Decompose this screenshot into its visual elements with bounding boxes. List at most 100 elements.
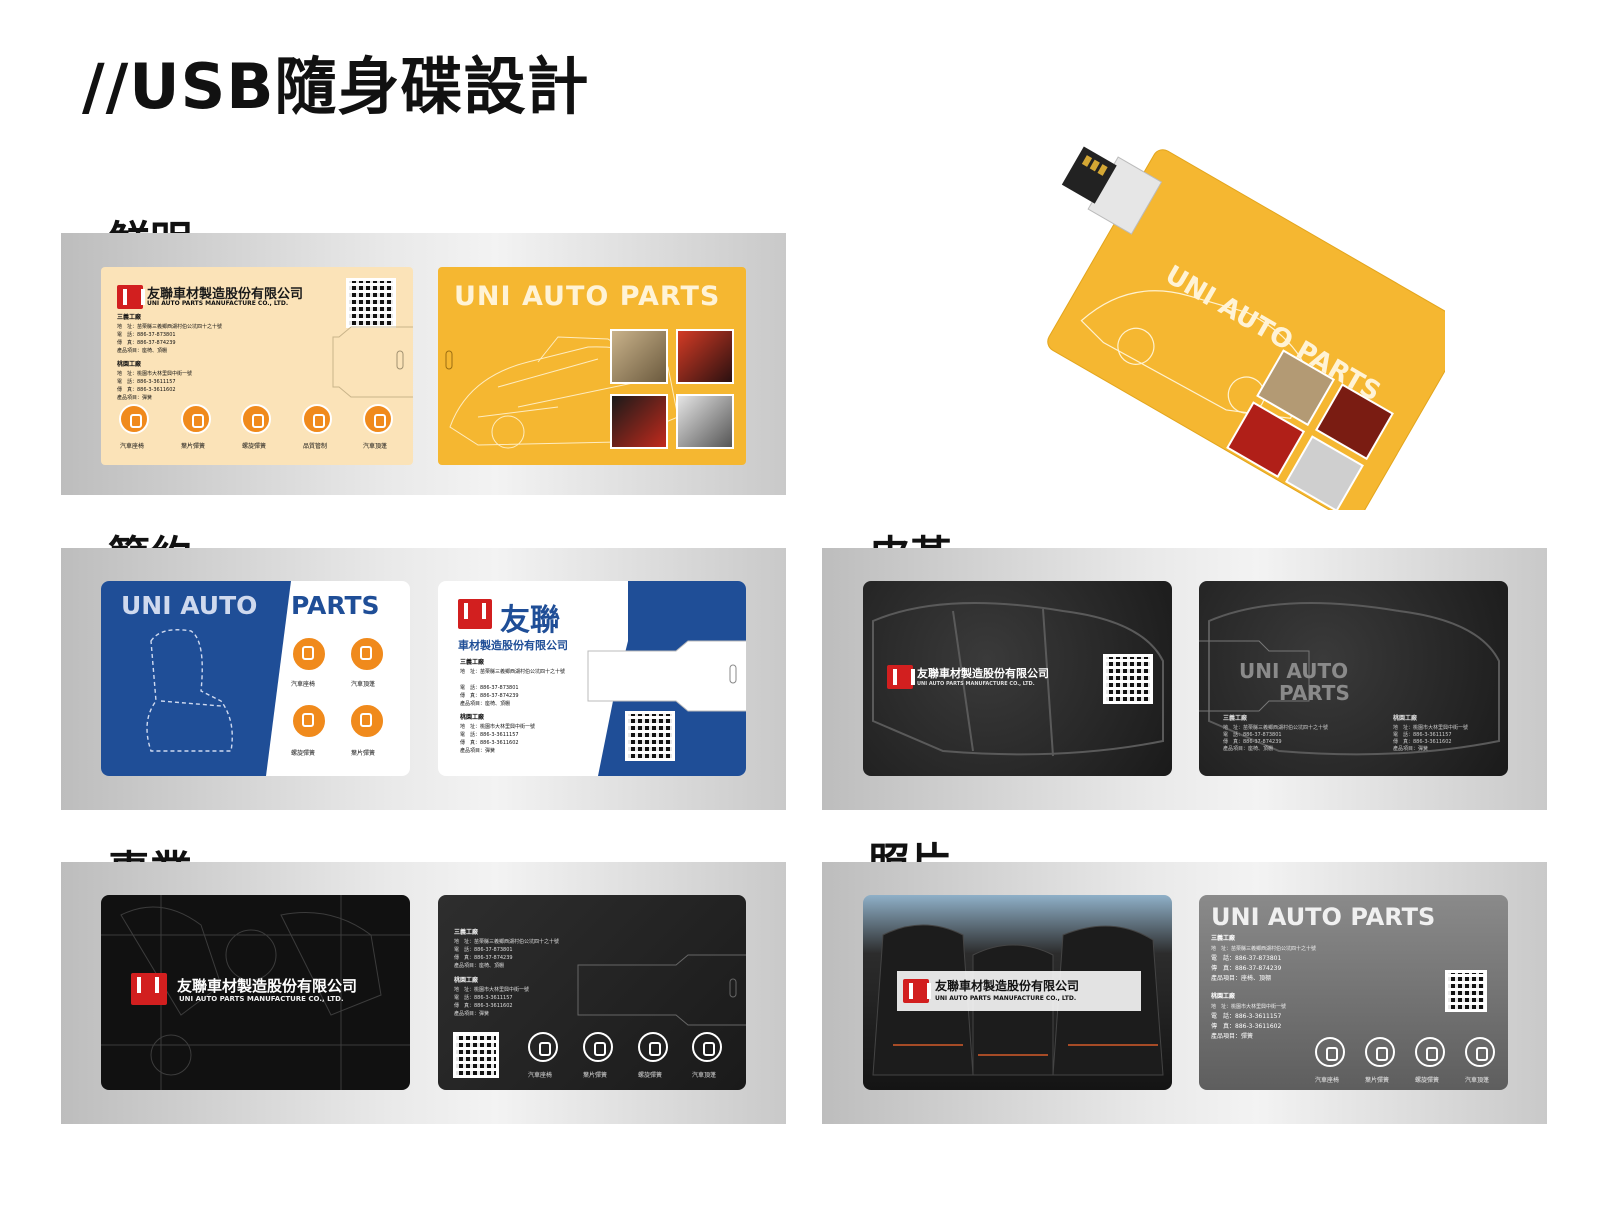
factory2-tel: 電 話：886-3-3611157 <box>460 732 519 738</box>
card-leather-back: UNI AUTO PARTS 三義工廠 地 址：苗栗縣三義鄉西湖村伯公坑四十之十… <box>1199 581 1508 776</box>
seat-icon <box>119 404 149 434</box>
label-roof: 汽車頂蓬 <box>1465 1077 1490 1084</box>
card-vivid-front: 友聯車材製造股份有限公司 UNI AUTO PARTS MANUFACTURE … <box>101 267 413 465</box>
factory1-items: 產品項目：座椅、頂棚 <box>1211 975 1272 982</box>
company-name-en: UNI AUTO PARTS MANUFACTURE CO., LTD. <box>935 995 1077 1002</box>
photo-seat <box>610 329 668 384</box>
brand-parts: PARTS <box>291 591 380 620</box>
factory2-title: 桃園工廠 <box>460 714 485 721</box>
label-seat: 汽車座椅 <box>120 443 145 450</box>
company-logo <box>131 973 167 1005</box>
factory2-fax: 傳 真：886-3-3611602 <box>454 1003 513 1009</box>
factory2-items: 產品項目：彈簧 <box>1393 746 1429 752</box>
card-photo-back: UNI AUTO PARTS 三義工廠 地 址：苗栗縣三義鄉西湖村伯公坑四十之十… <box>1199 895 1508 1090</box>
factory1-addr: 地 址：苗栗縣三義鄉西湖村伯公坑四十之十號 <box>1211 946 1317 952</box>
factory2-addr: 地 址：桃園市大林里興中街一號 <box>1211 1004 1287 1010</box>
roof-icon <box>349 636 385 672</box>
factory1-fax: 傳 真：886-37-874239 <box>460 693 519 699</box>
label-leaf: 葉片彈簧 <box>181 443 206 450</box>
label-coil: 螺旋彈簧 <box>638 1072 663 1079</box>
factory2-title: 桃園工廠 <box>454 977 479 984</box>
brand-zh: 友聯 <box>500 603 560 638</box>
factory1-items: 產品項目：座椅、頂棚 <box>460 701 511 707</box>
coil-spring-icon <box>638 1032 668 1062</box>
leaf-spring-icon <box>181 404 211 434</box>
label-roof: 汽車頂蓬 <box>692 1072 717 1079</box>
label-roof: 汽車頂蓬 <box>351 681 376 688</box>
card-photo-front: 友聯車材製造股份有限公司 UNI AUTO PARTS MANUFACTURE … <box>863 895 1172 1090</box>
company-logo <box>887 665 915 689</box>
factory2-addr: 地 址：桃園市大林里興中街一號 <box>454 987 530 993</box>
factory2-items: 產品項目：彈簧 <box>460 748 496 754</box>
company-name-en: UNI AUTO PARTS MANUFACTURE CO., LTD. <box>917 681 1035 687</box>
leaf-spring-icon <box>1365 1037 1395 1067</box>
usb-outline <box>332 326 413 398</box>
brand-text: UNI AUTO PARTS <box>1211 903 1436 931</box>
page-title: //USB隨身碟設計 <box>82 50 590 123</box>
factory2-items: 產品項目：彈簧 <box>454 1011 490 1017</box>
factory1-addr: 地 址：苗栗縣三義鄉西湖村伯公坑四十之十號 <box>460 669 566 675</box>
usb-card-mockup: UNI AUTO PARTS <box>1035 130 1468 523</box>
seat-icon <box>528 1032 558 1062</box>
brand-uni-auto: UNI AUTO <box>121 591 258 620</box>
coil-spring-icon <box>1415 1037 1445 1067</box>
company-logo <box>903 979 931 1003</box>
roof-icon <box>1465 1037 1495 1067</box>
label-roof: 汽車頂蓬 <box>363 443 388 450</box>
factory1-items: 產品項目：座椅、頂棚 <box>1223 746 1274 752</box>
factory1-fax: 傳 真：886-37-874239 <box>1211 965 1282 972</box>
factory1-fax: 傳 真：886-37-874239 <box>454 955 513 961</box>
factory2-tel: 電 話：886-3-3611157 <box>454 995 513 1001</box>
coil-spring-icon <box>291 703 327 739</box>
factory1-tel: 電 話：886-37-873801 <box>454 947 513 953</box>
card-simple-back: 友聯 車材製造股份有限公司 三義工廠 地 址：苗栗縣三義鄉西湖村伯公坑四十之十號… <box>438 581 746 776</box>
label-seat: 汽車座椅 <box>1315 1077 1340 1084</box>
company-name-en: UNI AUTO PARTS MANUFACTURE CO., LTD. <box>179 995 344 1003</box>
company-name-zh: 友聯車材製造股份有限公司 <box>917 667 1049 680</box>
label-leaf: 葉片彈簧 <box>351 750 376 757</box>
factory1-items: 產品項目：座椅、頂棚 <box>454 963 505 969</box>
label-qc: 品質管制 <box>303 443 328 450</box>
qr-code <box>1103 654 1153 704</box>
factory2-fax: 傳 真：886-3-3611602 <box>460 740 519 746</box>
photo-spring <box>676 329 734 384</box>
factory2-items: 產品項目：彈簧 <box>1211 1033 1254 1040</box>
photo-roof <box>676 394 734 449</box>
company-name-zh: 友聯車材製造股份有限公司 <box>935 979 1080 993</box>
card-professional-front: 友聯車材製造股份有限公司 UNI AUTO PARTS MANUFACTURE … <box>101 895 410 1090</box>
factory1-addr: 地 址：苗栗縣三義鄉西湖村伯公坑四十之十號 <box>454 939 560 945</box>
card-professional-back: 三義工廠 地 址：苗栗縣三義鄉西湖村伯公坑四十之十號 電 話：886-37-87… <box>438 895 746 1090</box>
roof-icon <box>363 404 393 434</box>
label-coil: 螺旋彈簧 <box>1415 1077 1440 1084</box>
label-leaf: 葉片彈簧 <box>583 1072 608 1079</box>
company-sub-zh: 車材製造股份有限公司 <box>458 639 568 652</box>
brand-uni-auto: UNI AUTO <box>1239 659 1349 683</box>
company-logo <box>458 599 492 629</box>
factory2-title: 桃園工廠 <box>1393 715 1418 722</box>
photo-leaf <box>610 394 668 449</box>
label-leaf: 葉片彈簧 <box>1365 1077 1390 1084</box>
factory2-fax: 傳 真：886-3-3611602 <box>1211 1023 1282 1030</box>
factory1-tel: 電 話：886-37-873801 <box>1211 955 1282 962</box>
brand-parts: PARTS <box>1279 681 1350 705</box>
factory1-title: 三義工廠 <box>454 929 479 936</box>
roof-icon <box>692 1032 722 1062</box>
seat-icon <box>1315 1037 1345 1067</box>
qr-code <box>625 711 675 761</box>
magnifier-icon <box>302 404 332 434</box>
leaf-spring-icon <box>349 703 385 739</box>
card-simple-front: UNI AUTO PARTS 汽車座椅 汽車頂蓬 螺旋彈簧 葉片彈簧 <box>101 581 410 776</box>
factory1-tel: 電 話：886-37-873801 <box>460 685 519 691</box>
factory1-title: 三義工廠 <box>1211 935 1236 942</box>
card-vivid-back: UNI AUTO PARTS <box>438 267 746 465</box>
label-seat: 汽車座椅 <box>291 681 316 688</box>
factory2-tel: 電 話：886-3-3611157 <box>1211 1013 1282 1020</box>
leaf-spring-icon <box>583 1032 613 1062</box>
card-leather-front: 友聯車材製造股份有限公司 UNI AUTO PARTS MANUFACTURE … <box>863 581 1172 776</box>
factory1-title: 三義工廠 <box>460 659 485 666</box>
label-coil: 螺旋彈簧 <box>291 750 316 757</box>
company-name-zh: 友聯車材製造股份有限公司 <box>177 977 358 995</box>
factory2-title: 桃園工廠 <box>1211 993 1236 1000</box>
factory2-addr: 地 址：桃園市大林里興中街一號 <box>460 724 536 730</box>
label-coil: 螺旋彈簧 <box>242 443 267 450</box>
